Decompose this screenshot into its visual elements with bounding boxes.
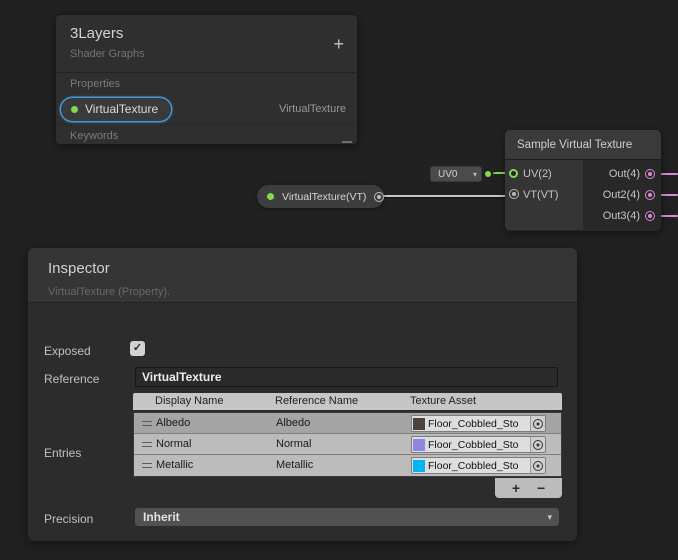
precision-label: Precision	[44, 512, 93, 526]
exposed-checkbox[interactable]: ✓	[130, 341, 145, 356]
uv-channel-dropdown[interactable]: UV0 ▾	[430, 166, 482, 182]
sample-virtual-texture-node[interactable]: Sample Virtual Texture UV(2) VT(VT) Out(…	[505, 130, 661, 231]
shader-graph-canvas: 3Layers Shader Graphs + Properties Virtu…	[0, 0, 678, 560]
column-texture-asset: Texture Asset	[410, 395, 476, 407]
texture-asset-field[interactable]: Floor_Cobbled_Sto	[411, 436, 546, 453]
entries-row-metallic[interactable]: Metallic Metallic Floor_Cobbled_Sto	[134, 455, 561, 476]
exposed-dot-icon	[71, 106, 78, 113]
add-entry-button[interactable]: +	[512, 479, 520, 497]
reference-name-cell[interactable]: Normal	[276, 438, 311, 450]
input-port-vt[interactable]	[509, 189, 519, 199]
reference-label: Reference	[44, 372, 99, 386]
reference-name-cell[interactable]: Metallic	[276, 459, 313, 471]
texture-asset-field[interactable]: Floor_Cobbled_Sto	[411, 457, 546, 474]
exposed-label: Exposed	[44, 344, 91, 358]
output-port[interactable]	[374, 192, 384, 202]
chevron-down-icon: ▾	[547, 512, 552, 523]
entries-table: Display Name Reference Name Texture Asse…	[133, 393, 562, 477]
blackboard-panel: 3Layers Shader Graphs + Properties Virtu…	[55, 14, 358, 145]
entries-row-normal[interactable]: Normal Normal Floor_Cobbled_Sto	[134, 434, 561, 455]
drag-handle-icon[interactable]	[142, 421, 152, 426]
node-body: UV(2) VT(VT) Out(4) Out2(4) Out3(4)	[505, 160, 661, 230]
add-property-button[interactable]: +	[333, 35, 344, 53]
property-node-label: VirtualTexture(VT)	[282, 191, 366, 203]
uv-default-dot-icon	[485, 171, 491, 177]
graph-title: 3Layers	[70, 25, 343, 42]
properties-section-label[interactable]: Properties	[56, 72, 357, 94]
inspector-header: Inspector VirtualTexture (Property).	[28, 248, 577, 303]
keywords-section-label[interactable]: Keywords	[56, 124, 357, 146]
exposed-dot-icon	[267, 193, 274, 200]
texture-swatch	[413, 460, 425, 472]
entries-rows: Albedo Albedo Floor_Cobbled_Sto Normal N…	[133, 412, 562, 477]
uv-channel-value: UV0	[438, 169, 457, 180]
wire-virtualtexture-to-vt[interactable]	[380, 195, 508, 197]
texture-asset-name: Floor_Cobbled_Sto	[428, 439, 530, 451]
display-name-cell[interactable]: Albedo	[156, 417, 190, 429]
drag-handle-icon[interactable]	[142, 463, 152, 468]
display-name-cell[interactable]: Metallic	[156, 459, 193, 471]
output-port-out3[interactable]	[645, 211, 655, 221]
output-port-out2[interactable]	[645, 190, 655, 200]
entries-row-albedo[interactable]: Albedo Albedo Floor_Cobbled_Sto	[134, 413, 561, 434]
property-type-label: VirtualTexture	[279, 103, 346, 115]
entries-list-footer: + −	[495, 478, 562, 498]
object-picker-icon[interactable]	[530, 416, 545, 431]
resize-handle[interactable]	[342, 140, 352, 143]
object-picker-icon[interactable]	[530, 437, 545, 452]
remove-entry-button[interactable]: −	[537, 479, 545, 497]
output-port-out1[interactable]	[645, 169, 655, 179]
property-pill-label: VirtualTexture	[85, 102, 158, 116]
graph-subtitle: Shader Graphs	[70, 48, 343, 60]
texture-asset-name: Floor_Cobbled_Sto	[428, 460, 530, 472]
display-name-cell[interactable]: Normal	[156, 438, 191, 450]
reference-input[interactable]: VirtualTexture	[135, 367, 558, 387]
entries-table-header: Display Name Reference Name Texture Asse…	[133, 393, 562, 410]
texture-swatch	[413, 439, 425, 451]
precision-value: Inherit	[143, 510, 180, 524]
chevron-down-icon: ▾	[473, 170, 477, 179]
column-reference-name: Reference Name	[275, 395, 358, 407]
texture-asset-field[interactable]: Floor_Cobbled_Sto	[411, 415, 546, 432]
node-title: Sample Virtual Texture	[505, 130, 661, 160]
column-display-name: Display Name	[155, 395, 223, 407]
input-port-uv[interactable]	[509, 169, 518, 178]
texture-asset-name: Floor_Cobbled_Sto	[428, 418, 530, 430]
inspector-subtitle: VirtualTexture (Property).	[48, 286, 557, 298]
blackboard-header: 3Layers Shader Graphs +	[56, 15, 357, 72]
entries-label: Entries	[44, 446, 81, 460]
reference-name-cell[interactable]: Albedo	[276, 417, 310, 429]
inspector-title: Inspector	[48, 260, 557, 277]
object-picker-icon[interactable]	[530, 458, 545, 473]
virtualtexture-property-node[interactable]: VirtualTexture(VT)	[257, 185, 384, 208]
precision-dropdown[interactable]: Inherit ▾	[135, 508, 559, 526]
property-row: VirtualTexture VirtualTexture	[56, 94, 357, 124]
inspector-panel: Inspector VirtualTexture (Property). Exp…	[28, 248, 577, 541]
property-pill-virtualtexture[interactable]: VirtualTexture	[61, 98, 171, 121]
drag-handle-icon[interactable]	[142, 442, 152, 447]
texture-swatch	[413, 418, 425, 430]
